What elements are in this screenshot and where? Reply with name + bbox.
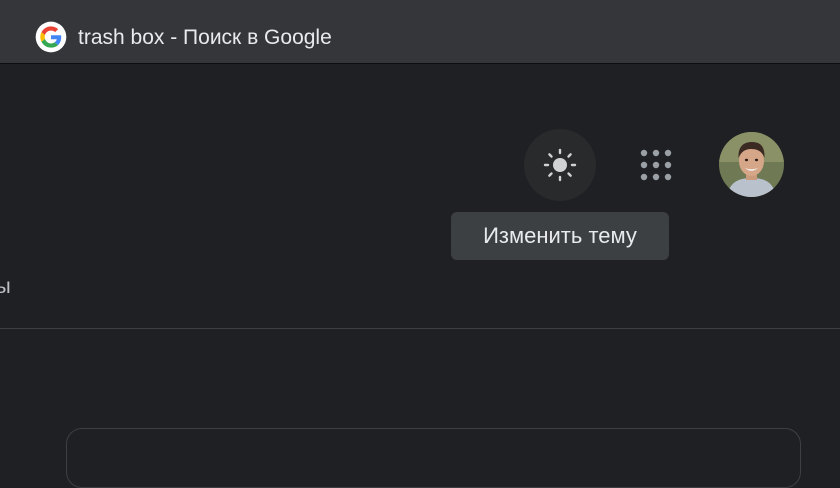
result-card [66,428,801,488]
browser-tab-bar: trash box - Поиск в Google [0,0,840,64]
sun-icon [543,148,577,182]
google-apps-button[interactable] [624,133,688,197]
user-avatar-icon [719,132,784,197]
account-avatar[interactable] [719,132,784,197]
tab-title[interactable]: trash box - Поиск в Google [78,24,332,52]
google-favicon-icon [35,21,67,53]
change-theme-button[interactable] [524,129,596,201]
apps-grid-icon [640,149,672,181]
change-theme-tooltip: Изменить тему [451,212,669,260]
header-divider [0,328,840,329]
nav-tab-label-partial[interactable]: ты [0,274,11,300]
search-results-page: Изменить тему ты [0,64,840,488]
